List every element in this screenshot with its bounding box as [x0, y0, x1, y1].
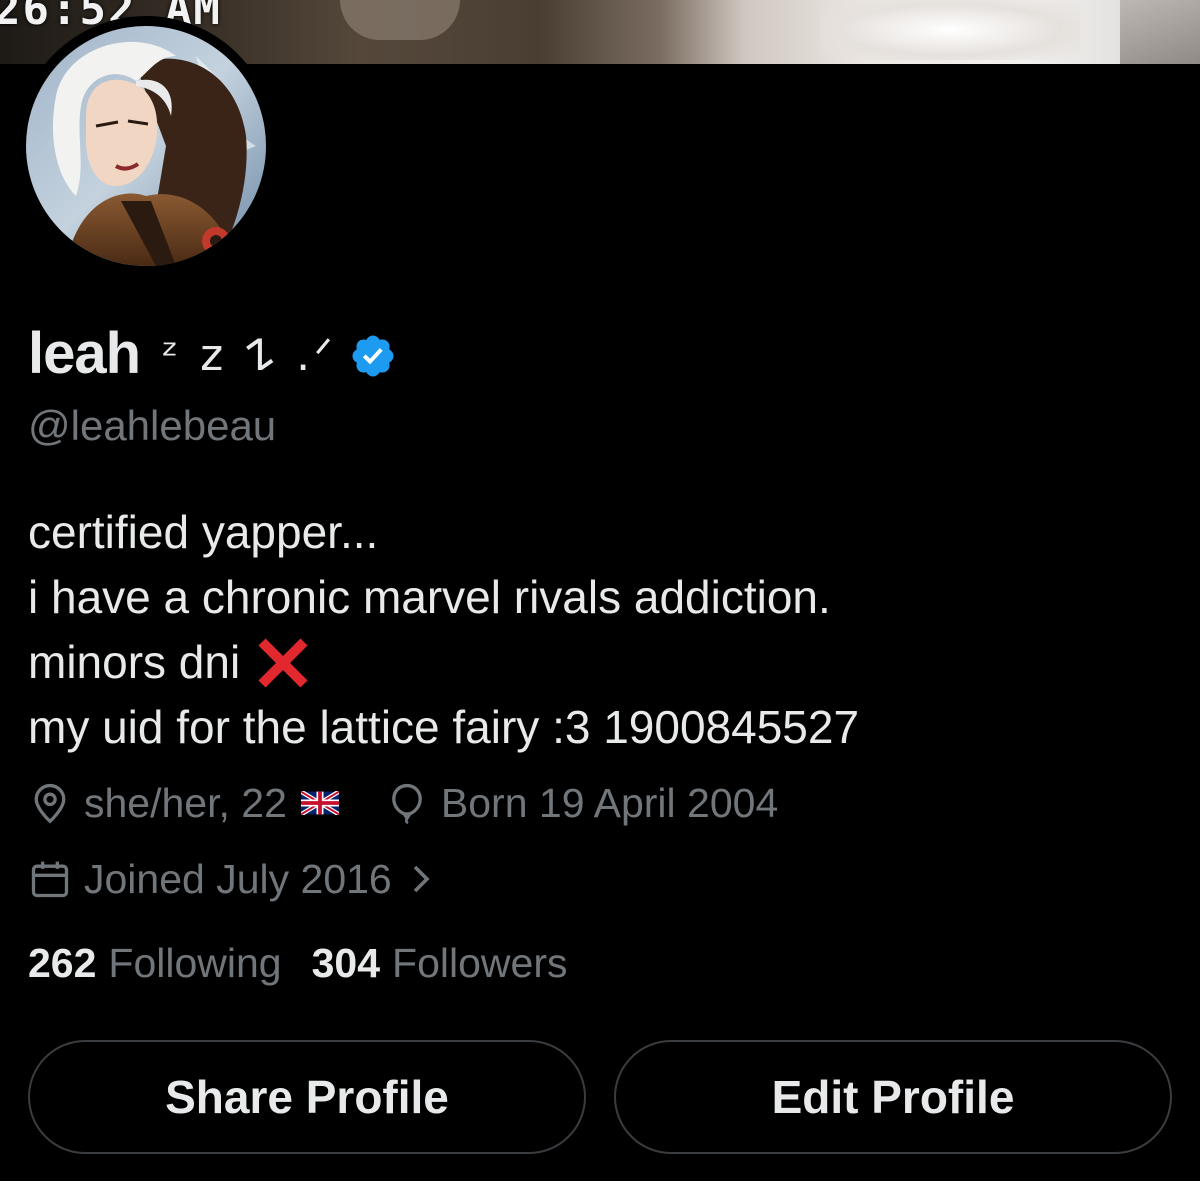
- bio-line: i have a chronic marvel rivals addiction…: [28, 571, 831, 623]
- bio-line: minors dni: [28, 630, 1178, 695]
- following-label: Following: [108, 940, 282, 986]
- banner-photo-detail: [340, 0, 460, 40]
- uk-flag-icon: [300, 791, 339, 815]
- banner-photo-highlight: [820, 0, 1080, 60]
- joined-text: Joined July 2016: [84, 855, 392, 902]
- avatar[interactable]: [26, 26, 266, 266]
- profile-stats: 262 Following 304 Followers: [28, 940, 567, 987]
- following-stat[interactable]: 262 Following: [28, 940, 282, 987]
- share-profile-button[interactable]: Share Profile: [28, 1040, 586, 1154]
- verified-badge-icon[interactable]: [349, 332, 397, 380]
- balloon-icon: [392, 783, 422, 825]
- profile-handle: @leahlebeau: [28, 402, 277, 449]
- display-name-decoration: ᶻ z 𐰁 .ᐟ: [162, 330, 337, 381]
- followers-label: Followers: [392, 940, 568, 986]
- location-text: she/her, 22: [84, 779, 287, 826]
- profile-name-row: leah ᶻ z 𐰁 .ᐟ: [28, 318, 397, 388]
- location-item: she/her, 22: [28, 780, 339, 827]
- joined-item[interactable]: Joined July 2016: [28, 856, 436, 903]
- bio-line[interactable]: my uid for the lattice fairy :3 19008455…: [28, 695, 1178, 760]
- x-mark-icon: [258, 637, 308, 688]
- followers-stat[interactable]: 304 Followers: [312, 940, 568, 987]
- profile-meta-row: she/her, 22 Born 19 April 2004: [28, 776, 778, 830]
- edit-profile-button[interactable]: Edit Profile: [614, 1040, 1172, 1154]
- avatar-illustration: [26, 26, 266, 266]
- chevron-right-icon: [413, 865, 430, 893]
- following-count: 262: [28, 940, 97, 986]
- calendar-icon: [31, 861, 69, 898]
- banner-photo-corner: [1120, 0, 1200, 64]
- followers-count: 304: [311, 940, 381, 986]
- location-pin-icon: [34, 783, 66, 824]
- joined-row[interactable]: Joined July 2016: [28, 852, 436, 906]
- bio-line: certified yapper...: [28, 506, 379, 558]
- bio-line-text: minors dni: [28, 636, 241, 688]
- display-name: leah: [28, 320, 141, 386]
- profile-bio: certified yapper... i have a chronic mar…: [28, 500, 1178, 760]
- birthday-item: Born 19 April 2004: [385, 780, 778, 827]
- birthday-text: Born 19 April 2004: [440, 779, 779, 826]
